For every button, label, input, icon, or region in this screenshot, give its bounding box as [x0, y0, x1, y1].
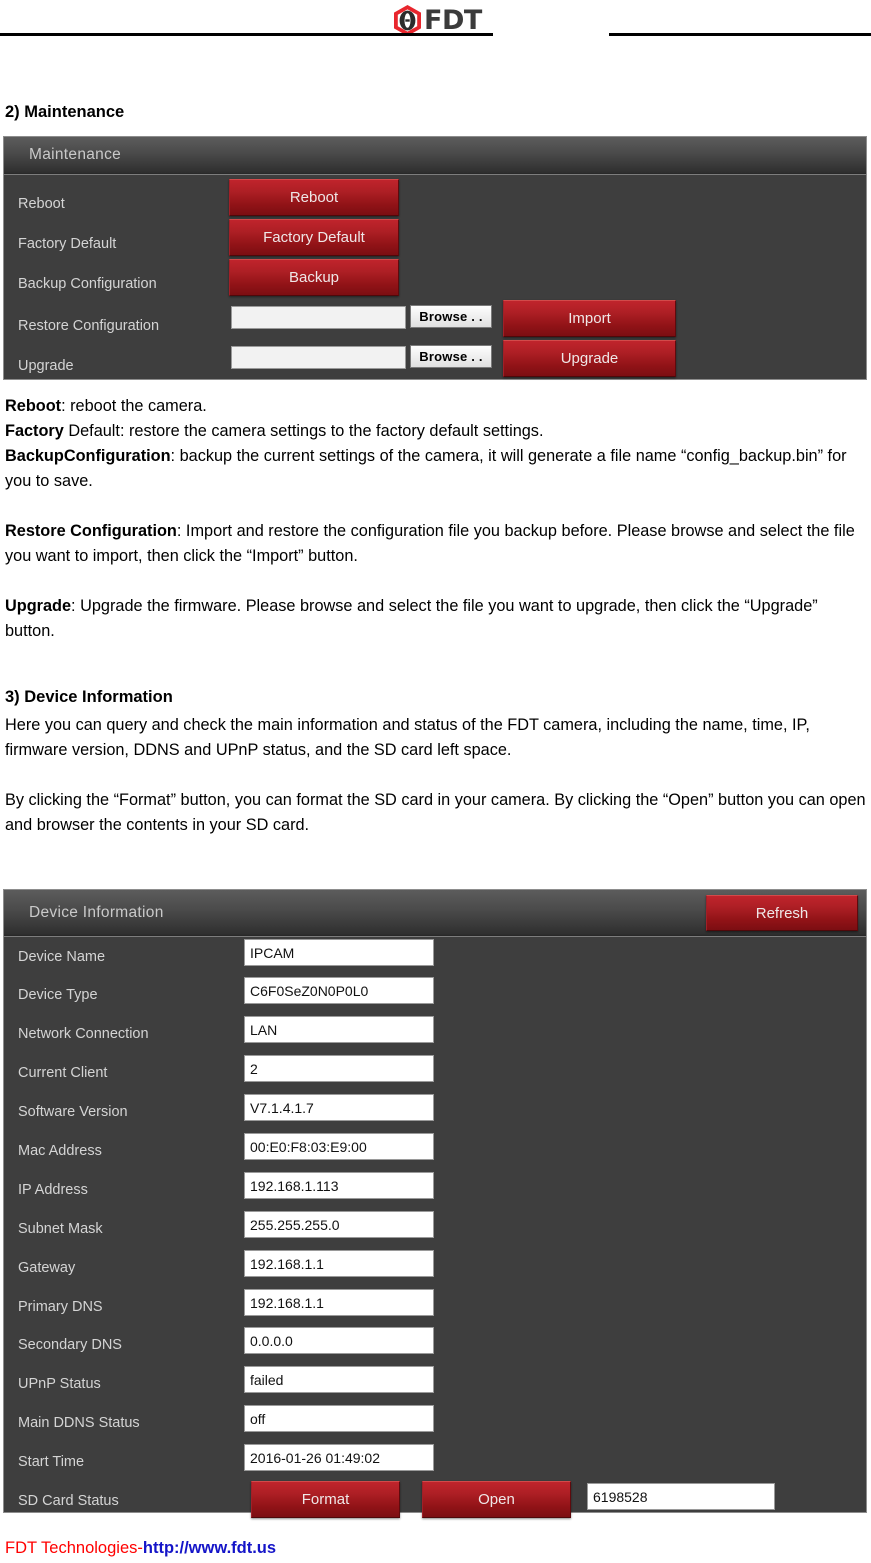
row-label-sd-card-status: SD Card Status	[18, 1493, 119, 1509]
value-device-name[interactable]: IPCAM	[244, 939, 434, 966]
device-information-paragraph-1: Here you can query and check the main in…	[5, 716, 810, 760]
row-label-current-client: Current Client	[18, 1065, 108, 1081]
row-label-secondary-dns: Secondary DNS	[18, 1337, 122, 1353]
device-information-panel-titlebar: Device Information Refresh	[4, 890, 866, 937]
header-divider-gap	[493, 33, 609, 36]
device-information-panel-title: Device Information	[29, 904, 164, 921]
restore-file-input[interactable]	[231, 306, 406, 329]
desc-backup-configuration-term: BackupConfiguration	[5, 447, 171, 465]
row-label-mac-address: Mac Address	[18, 1143, 102, 1159]
desc-backup-configuration: BackupConfiguration: backup the current …	[5, 444, 867, 494]
refresh-button[interactable]: Refresh	[706, 895, 858, 931]
desc-reboot: Reboot: reboot the camera.	[5, 394, 867, 419]
maintenance-panel-titlebar: Maintenance	[4, 137, 866, 175]
restore-browse-button[interactable]: Browse . .	[410, 305, 492, 328]
fdt-logo: FDT	[392, 3, 482, 37]
value-subnet-mask[interactable]: 255.255.255.0	[244, 1211, 434, 1238]
value-network-connection[interactable]: LAN	[244, 1016, 434, 1043]
upgrade-browse-button[interactable]: Browse . .	[410, 345, 492, 368]
value-mac-address[interactable]: 00:E0:F8:03:E9:00	[244, 1133, 434, 1160]
row-label-network-connection: Network Connection	[18, 1026, 149, 1042]
row-label-primary-dns: Primary DNS	[18, 1299, 103, 1315]
value-software-version[interactable]: V7.1.4.1.7	[244, 1094, 434, 1121]
backup-button[interactable]: Backup	[229, 259, 399, 296]
desc-restore-configuration-term: Restore Configuration	[5, 522, 177, 540]
open-button[interactable]: Open	[422, 1481, 571, 1518]
desc-factory-default-term: Factory	[5, 422, 64, 440]
value-main-ddns-status[interactable]: off	[244, 1405, 434, 1432]
desc-factory-default-text: Default: restore the camera settings to …	[63, 422, 544, 440]
footer-url[interactable]: http://www.fdt.us	[143, 1539, 276, 1557]
reboot-button[interactable]: Reboot	[229, 179, 399, 216]
value-device-type[interactable]: C6F0SeZ0N0P0L0	[244, 977, 434, 1004]
desc-reboot-text: : reboot the camera.	[61, 397, 207, 415]
value-ip-address[interactable]: 192.168.1.113	[244, 1172, 434, 1199]
value-secondary-dns[interactable]: 0.0.0.0	[244, 1327, 434, 1354]
desc-reboot-term: Reboot	[5, 397, 62, 415]
desc-upgrade-term: Upgrade	[5, 597, 72, 615]
device-information-panel: Device Information Refresh Device Name I…	[3, 889, 867, 1518]
row-label-gateway: Gateway	[18, 1260, 76, 1276]
row-label-start-time: Start Time	[18, 1454, 85, 1470]
desc-restore-configuration: Restore Configuration: Import and restor…	[5, 519, 867, 569]
value-primary-dns[interactable]: 192.168.1.1	[244, 1289, 434, 1316]
row-label-upnp-status: UPnP Status	[18, 1376, 101, 1392]
row-label-main-ddns-status: Main DDNS Status	[18, 1415, 140, 1431]
value-upnp-status[interactable]: failed	[244, 1366, 434, 1393]
row-label-device-type: Device Type	[18, 987, 98, 1003]
maintenance-panel: Maintenance Reboot Reboot Factory Defaul…	[3, 136, 867, 380]
footer-company: FDT Technologies-	[5, 1539, 143, 1557]
row-label-reboot: Reboot	[18, 196, 65, 212]
format-button[interactable]: Format	[251, 1481, 400, 1518]
row-label-software-version: Software Version	[18, 1104, 128, 1120]
row-label-factory-default: Factory Default	[18, 236, 117, 252]
value-sd-card-free-space[interactable]: 6198528	[587, 1483, 775, 1510]
upgrade-file-input[interactable]	[231, 346, 406, 369]
desc-factory-default: Factory Default: restore the camera sett…	[5, 419, 867, 444]
maintenance-heading: 2) Maintenance	[5, 103, 125, 121]
row-label-upgrade: Upgrade	[18, 358, 74, 374]
fdt-hexagon-logo-icon	[392, 4, 423, 37]
fdt-logo-text: FDT	[424, 4, 482, 36]
row-label-ip-address: IP Address	[18, 1182, 88, 1198]
device-information-heading: 3) Device Information	[5, 688, 173, 706]
desc-upgrade: Upgrade: Upgrade the firmware. Please br…	[5, 594, 867, 644]
maintenance-panel-title: Maintenance	[29, 146, 122, 163]
device-information-paragraph-2: By clicking the “Format” button, you can…	[5, 791, 866, 835]
row-label-restore-configuration: Restore Configuration	[18, 318, 160, 334]
value-current-client[interactable]: 2	[244, 1055, 434, 1082]
value-start-time[interactable]: 2016-01-26 01:49:02	[244, 1444, 434, 1471]
upgrade-button[interactable]: Upgrade	[503, 340, 676, 377]
value-gateway[interactable]: 192.168.1.1	[244, 1250, 434, 1277]
import-button[interactable]: Import	[503, 300, 676, 337]
row-label-backup-configuration: Backup Configuration	[18, 276, 157, 292]
header-divider	[0, 33, 871, 36]
factory-default-button[interactable]: Factory Default	[229, 219, 399, 256]
desc-upgrade-text: : Upgrade the firmware. Please browse an…	[5, 597, 818, 641]
page-header: FDT	[0, 0, 871, 46]
footer: FDT Technologies-http://www.fdt.us	[5, 1538, 276, 1559]
row-label-subnet-mask: Subnet Mask	[18, 1221, 103, 1237]
row-label-device-name: Device Name	[18, 949, 106, 965]
